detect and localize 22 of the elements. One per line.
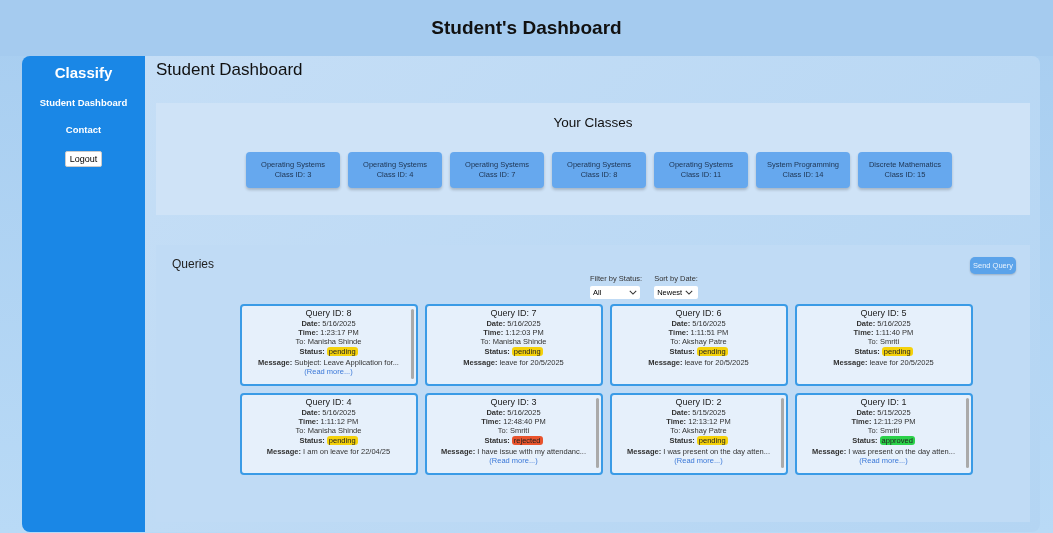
query-id: Query ID: 2 [674, 397, 723, 408]
query-id: Query ID: 6 [674, 308, 723, 319]
scrollbar-thumb[interactable] [410, 309, 414, 379]
dashboard-heading: Student Dashboard [156, 60, 304, 80]
query-id: Query ID: 4 [304, 397, 353, 408]
query-id: Query ID: 7 [489, 308, 538, 319]
classes-heading: Your Classes [552, 115, 634, 130]
page-title: Student's Dashboard [431, 17, 622, 39]
sidebar-link[interactable]: Contact [65, 124, 102, 135]
scrollbar-thumb[interactable] [965, 398, 969, 468]
sidebar-link[interactable]: Student Dashboard [39, 97, 128, 108]
query-id: Query ID: 8 [304, 308, 353, 319]
scrollbar-thumb[interactable] [780, 398, 784, 468]
query-id: Query ID: 3 [489, 397, 538, 408]
chevron-down-icon [685, 290, 694, 295]
brand-logo: Classify [54, 64, 113, 81]
chevron-down-icon [629, 290, 638, 295]
logout-button[interactable]: Logout [64, 151, 103, 167]
queries-heading: Queries [172, 257, 215, 271]
scrollbar-thumb[interactable] [595, 398, 599, 468]
query-id: Query ID: 1 [859, 397, 908, 408]
query-id: Query ID: 5 [859, 308, 908, 319]
